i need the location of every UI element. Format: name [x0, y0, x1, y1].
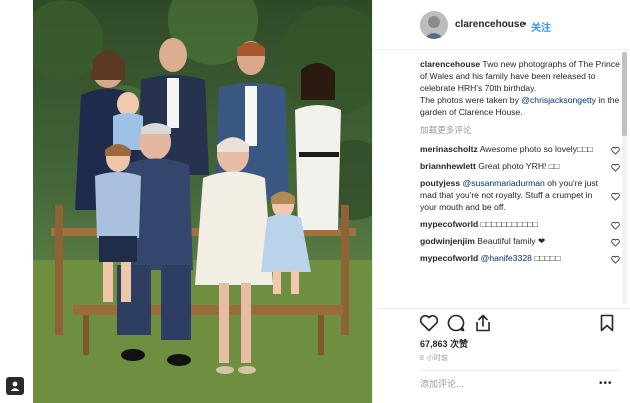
- comment-text: Awesome photo so lovely□□□: [479, 144, 593, 154]
- comment-username[interactable]: briannhewlett: [420, 161, 476, 171]
- header-username[interactable]: clarencehouse: [455, 19, 525, 30]
- bookmark-icon[interactable]: [597, 313, 617, 333]
- family-portrait-image: [33, 0, 372, 403]
- load-more-comments-button[interactable]: 加载更多评论: [420, 124, 620, 136]
- heart-icon[interactable]: [611, 163, 620, 172]
- post-side-panel: clarencehouse • 关注 clarencehouse Two new…: [372, 0, 630, 403]
- heart-icon[interactable]: [611, 221, 620, 230]
- follow-button[interactable]: 关注: [531, 19, 551, 34]
- heart-icon[interactable]: [611, 255, 620, 264]
- list-item: mypecofworld □□□□□□□□□□□: [420, 218, 620, 230]
- comment-username[interactable]: mypecofworld: [420, 219, 478, 229]
- add-comment-bar: •••: [420, 370, 620, 398]
- comment-text: □□□□□□□□□□□: [480, 219, 538, 229]
- caption: clarencehouse Two new photographs of The…: [420, 58, 620, 118]
- comment-text: Great photo YRH! □□: [478, 161, 560, 171]
- like-count[interactable]: 67,863 次赞: [420, 337, 468, 350]
- post-photo[interactable]: [33, 0, 372, 403]
- list-item: godwinjenjim Beautiful family ❤: [420, 235, 620, 247]
- list-item: merinascholtz Awesome photo so lovely□□□: [420, 143, 620, 155]
- caption-text-2: The photos were taken by: [420, 95, 519, 105]
- comment-input[interactable]: [420, 379, 590, 389]
- comment-username[interactable]: poutyjess: [420, 178, 460, 188]
- scrollbar-thumb[interactable]: [622, 52, 627, 136]
- list-item: briannhewlett Great photo YRH! □□: [420, 160, 620, 172]
- user-badge-icon[interactable]: [6, 377, 24, 395]
- separator-dot: •: [523, 19, 527, 30]
- caption-username[interactable]: clarencehouse: [420, 59, 480, 69]
- heart-icon[interactable]: [419, 313, 439, 333]
- post-header: clarencehouse • 关注: [373, 0, 630, 50]
- comment-username[interactable]: godwinjenjim: [420, 236, 475, 246]
- comment-icon[interactable]: [446, 313, 466, 333]
- comments-list: clarencehouse Two new photographs of The…: [420, 58, 620, 308]
- heart-icon[interactable]: [611, 238, 620, 247]
- comment-username[interactable]: mypecofworld: [420, 253, 478, 263]
- list-item: mypecofworld @hanife3328 □□□□□: [420, 252, 620, 264]
- list-item: poutyjess @susanmariadurman oh you're ju…: [420, 177, 620, 213]
- caption-mention[interactable]: @chrisjacksongetty: [521, 95, 596, 105]
- comment-mention[interactable]: @hanife3328: [481, 253, 532, 263]
- post-actions: 67,863 次赞 8 小时前 •••: [373, 308, 630, 403]
- avatar[interactable]: [420, 11, 448, 39]
- more-options-button[interactable]: •••: [599, 378, 613, 389]
- share-icon[interactable]: [473, 313, 493, 333]
- post-timestamp: 8 小时前: [420, 355, 449, 362]
- comment-mention[interactable]: @susanmariadurman: [463, 178, 545, 188]
- comment-text: □□□□□: [534, 253, 561, 263]
- heart-icon[interactable]: [611, 146, 620, 155]
- comment-text: Beautiful family ❤: [477, 236, 546, 246]
- heart-icon[interactable]: [611, 192, 620, 201]
- comment-username[interactable]: merinascholtz: [420, 144, 478, 154]
